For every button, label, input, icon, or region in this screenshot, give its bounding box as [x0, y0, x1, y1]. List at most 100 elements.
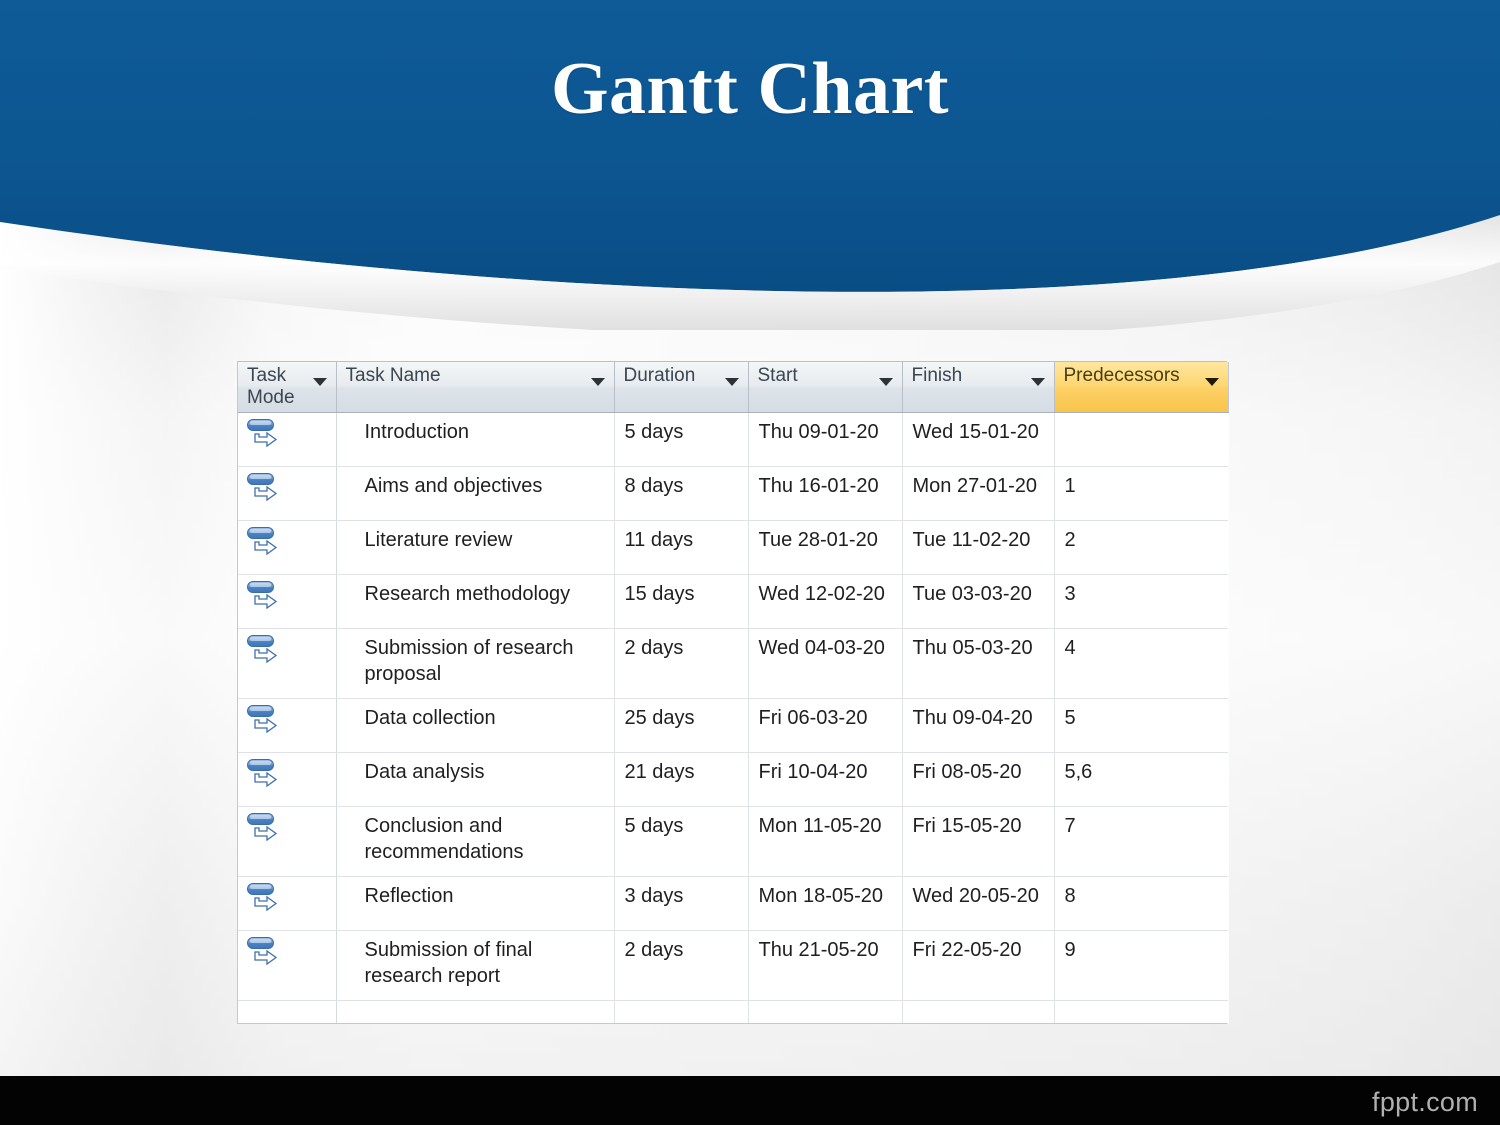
filter-dropdown-icon[interactable]: [312, 378, 327, 386]
cell-duration[interactable]: 8 days: [614, 466, 749, 521]
task-mode-arrow-shape: [254, 824, 284, 851]
table-row[interactable]: Literature review 11 days Tue 28-01-20 Tue …: [238, 520, 1228, 575]
footer-bar: [0, 1076, 1500, 1125]
table-row[interactable]: Aims and objectives 8 days Thu 16-01-20 Mon…: [238, 466, 1228, 521]
cell-task-mode[interactable]: [238, 628, 337, 699]
cell-duration[interactable]: 2 days: [614, 930, 749, 1001]
cell-finish[interactable]: Fri 22-05-20: [902, 930, 1055, 1001]
cell-task-name[interactable]: Reflection: [336, 876, 615, 931]
column-header-predecessors[interactable]: Predecessors: [1054, 362, 1229, 413]
table-row-empty[interactable]: [238, 1000, 1228, 1023]
cell-finish[interactable]: Fri 15-05-20: [902, 806, 1055, 877]
cell-start[interactable]: Thu 16-01-20: [748, 466, 903, 521]
cell-predecessors[interactable]: 9: [1054, 930, 1228, 1001]
cell-task-mode[interactable]: [238, 752, 337, 807]
table-row[interactable]: Submission of final research report 2 day…: [238, 930, 1228, 1001]
filter-dropdown-icon[interactable]: [1204, 378, 1219, 386]
table-row[interactable]: Reflection 3 days Mon 18-05-20 Wed 20-05-20…: [238, 876, 1228, 931]
table-row[interactable]: Research methodology 15 days Wed 12-02-20 T…: [238, 574, 1228, 629]
task-mode-arrow-shape: [254, 538, 284, 565]
cell-duration[interactable]: 5 days: [614, 806, 749, 877]
filter-dropdown-icon[interactable]: [878, 378, 893, 386]
table-row[interactable]: Conclusion and recommendations 5 days Mon …: [238, 806, 1228, 877]
task-mode-arrow-shape: [254, 716, 284, 743]
cell-task-mode[interactable]: [238, 466, 337, 521]
task-mode-arrow-shape: [254, 770, 284, 797]
cell-finish[interactable]: Thu 05-03-20: [902, 628, 1055, 699]
task-mode-arrow-shape: [254, 430, 284, 457]
column-header-duration[interactable]: Duration: [614, 362, 749, 413]
table-body: Introduction 5 days Thu 09-01-20 Wed 15-01-…: [238, 412, 1228, 1023]
cell-duration[interactable]: 15 days: [614, 574, 749, 629]
cell-task-mode[interactable]: [238, 930, 337, 1001]
slide-canvas: Gantt Chart Task Mode Task Name Duration…: [0, 0, 1500, 1125]
filter-dropdown-icon[interactable]: [590, 378, 605, 386]
cell-start[interactable]: Mon 18-05-20: [748, 876, 903, 931]
cell-duration[interactable]: 21 days: [614, 752, 749, 807]
cell-task-mode[interactable]: [238, 698, 337, 753]
cell-task-name[interactable]: Data analysis: [336, 752, 615, 807]
cell-task-mode[interactable]: [238, 574, 337, 629]
table-row[interactable]: Introduction 5 days Thu 09-01-20 Wed 15-01-…: [238, 412, 1228, 467]
cell-start[interactable]: Wed 04-03-20: [748, 628, 903, 699]
cell-start[interactable]: Wed 12-02-20: [748, 574, 903, 629]
table-row[interactable]: Submission of research proposal 2 days Wed…: [238, 628, 1228, 699]
cell-predecessors[interactable]: 5: [1054, 698, 1228, 753]
cell-start[interactable]: [748, 1000, 903, 1023]
cell-task-mode[interactable]: [238, 876, 337, 931]
filter-dropdown-icon[interactable]: [1030, 378, 1045, 386]
cell-start[interactable]: Thu 21-05-20: [748, 930, 903, 1001]
table-row[interactable]: Data analysis 21 days Fri 10-04-20 Fri 08-0…: [238, 752, 1228, 807]
cell-task-name[interactable]: Submission of final research report: [336, 930, 615, 1001]
cell-duration[interactable]: 25 days: [614, 698, 749, 753]
cell-task-name[interactable]: Research methodology: [336, 574, 615, 629]
gantt-task-table[interactable]: Task Mode Task Name Duration Start Finis…: [237, 361, 1229, 1024]
cell-task-mode[interactable]: [238, 1000, 337, 1023]
cell-duration[interactable]: [614, 1000, 749, 1023]
table-row[interactable]: Data collection 25 days Fri 06-03-20 Thu 09…: [238, 698, 1228, 753]
cell-duration[interactable]: 11 days: [614, 520, 749, 575]
cell-predecessors[interactable]: 5,6: [1054, 752, 1228, 807]
cell-task-mode[interactable]: [238, 520, 337, 575]
cell-predecessors[interactable]: 7: [1054, 806, 1228, 877]
column-header-start[interactable]: Start: [748, 362, 903, 413]
cell-finish[interactable]: Mon 27-01-20: [902, 466, 1055, 521]
cell-predecessors[interactable]: 2: [1054, 520, 1228, 575]
cell-task-name[interactable]: Submission of research proposal: [336, 628, 615, 699]
cell-predecessors[interactable]: 3: [1054, 574, 1228, 629]
cell-predecessors[interactable]: 1: [1054, 466, 1228, 521]
cell-start[interactable]: Tue 28-01-20: [748, 520, 903, 575]
cell-start[interactable]: Fri 10-04-20: [748, 752, 903, 807]
cell-task-name[interactable]: Conclusion and recommendations: [336, 806, 615, 877]
cell-duration[interactable]: 2 days: [614, 628, 749, 699]
cell-finish[interactable]: [902, 1000, 1055, 1023]
cell-task-mode[interactable]: [238, 412, 337, 467]
cell-finish[interactable]: Fri 08-05-20: [902, 752, 1055, 807]
cell-start[interactable]: Thu 09-01-20: [748, 412, 903, 467]
cell-predecessors[interactable]: 4: [1054, 628, 1228, 699]
cell-task-name[interactable]: Aims and objectives: [336, 466, 615, 521]
cell-task-name[interactable]: Introduction: [336, 412, 615, 467]
cell-predecessors[interactable]: [1054, 1000, 1228, 1023]
column-header-label: Task Name: [345, 365, 441, 386]
cell-task-name[interactable]: [336, 1000, 615, 1023]
column-header-finish[interactable]: Finish: [902, 362, 1055, 413]
cell-predecessors[interactable]: [1054, 412, 1228, 467]
cell-finish[interactable]: Wed 15-01-20: [902, 412, 1055, 467]
cell-task-name[interactable]: Data collection: [336, 698, 615, 753]
cell-finish[interactable]: Wed 20-05-20: [902, 876, 1055, 931]
cell-finish[interactable]: Tue 03-03-20: [902, 574, 1055, 629]
cell-predecessors[interactable]: 8: [1054, 876, 1228, 931]
cell-finish[interactable]: Tue 11-02-20: [902, 520, 1055, 575]
column-header-task-name[interactable]: Task Name: [336, 362, 615, 413]
column-header-label: Finish: [911, 365, 963, 386]
cell-start[interactable]: Mon 11-05-20: [748, 806, 903, 877]
cell-finish[interactable]: Thu 09-04-20: [902, 698, 1055, 753]
cell-duration[interactable]: 3 days: [614, 876, 749, 931]
column-header-task-mode[interactable]: Task Mode: [238, 362, 337, 413]
cell-start[interactable]: Fri 06-03-20: [748, 698, 903, 753]
cell-duration[interactable]: 5 days: [614, 412, 749, 467]
filter-dropdown-icon[interactable]: [724, 378, 739, 386]
cell-task-name[interactable]: Literature review: [336, 520, 615, 575]
cell-task-mode[interactable]: [238, 806, 337, 877]
